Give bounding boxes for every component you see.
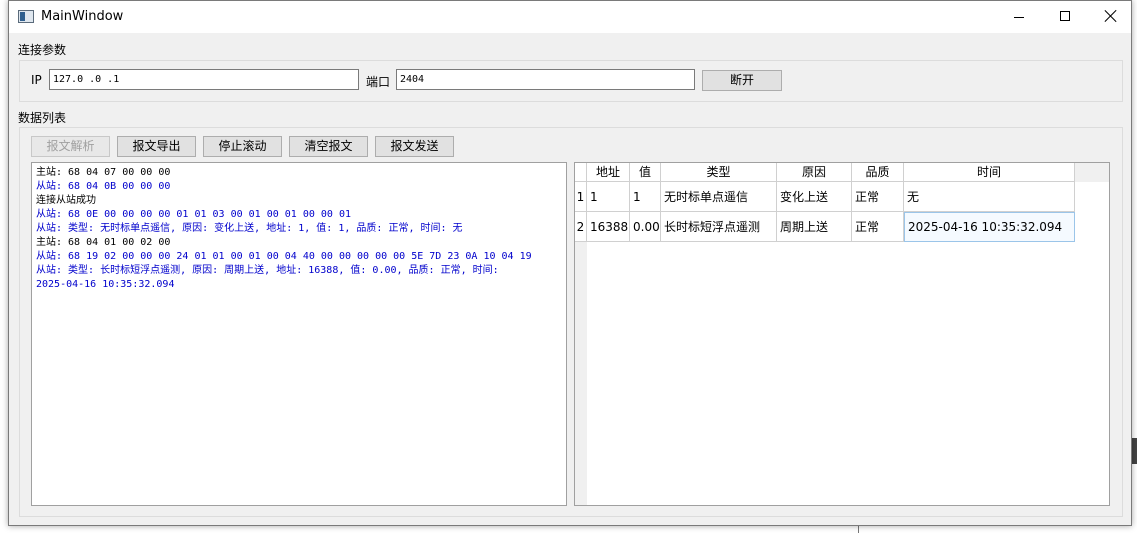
log-line: 从站: 68 19 02 00 00 00 24 01 01 00 01 00 … xyxy=(36,251,532,262)
stop-scroll-button[interactable]: 停止滚动 xyxy=(203,136,282,157)
table-cell[interactable]: 无时标单点遥信 xyxy=(661,182,777,212)
port-input[interactable]: 2404 xyxy=(396,69,695,90)
table-corner xyxy=(575,163,587,182)
desktop-fragment xyxy=(1132,438,1137,464)
main-window: MainWindow 连接参数 IP 127.0 .0 .1 端口 2404 断… xyxy=(8,0,1132,526)
log-line: 主站: 68 04 01 00 02 00 xyxy=(36,237,171,248)
table-cell[interactable]: 16388 xyxy=(587,212,630,242)
minimize-icon xyxy=(1014,17,1024,18)
log-line: 从站: 类型: 长时标短浮点遥测, 原因: 周期上送, 地址: 16388, 值… xyxy=(36,265,499,276)
title-bar: MainWindow xyxy=(9,1,1131,33)
column-header-address[interactable]: 地址 xyxy=(587,163,630,182)
minimize-button[interactable] xyxy=(996,1,1042,33)
send-message-button[interactable]: 报文发送 xyxy=(375,136,454,157)
column-header-quality[interactable]: 品质 xyxy=(852,163,904,182)
table-cell[interactable]: 无 xyxy=(904,182,1075,212)
row-header[interactable]: 2 xyxy=(575,212,587,242)
connection-group-label: 连接参数 xyxy=(18,43,67,57)
port-label: 端口 xyxy=(366,75,391,89)
ip-input[interactable]: 127.0 .0 .1 xyxy=(49,69,359,90)
log-line: 主站: 68 04 07 00 00 00 xyxy=(36,167,171,178)
log-line: 从站: 68 0E 00 00 00 00 01 01 03 00 01 00 … xyxy=(36,209,352,220)
maximize-button[interactable] xyxy=(1042,1,1088,33)
disconnect-button[interactable]: 断开 xyxy=(702,70,782,91)
log-line: 连接从站成功 xyxy=(36,195,96,206)
ip-label: IP xyxy=(31,73,42,87)
maximize-icon xyxy=(1060,11,1070,21)
data-list-group-label: 数据列表 xyxy=(18,111,67,125)
log-line: 2025-04-16 10:35:32.094 xyxy=(36,279,175,290)
table-cell[interactable]: 长时标短浮点遥测 xyxy=(661,212,777,242)
window-title: MainWindow xyxy=(41,9,124,24)
log-line: 从站: 68 04 0B 00 00 00 xyxy=(36,181,171,192)
column-header-time[interactable]: 时间 xyxy=(904,163,1075,182)
table-cell[interactable]: 变化上送 xyxy=(777,182,852,212)
desktop-fragment xyxy=(858,526,859,533)
app-icon xyxy=(18,10,34,23)
parse-message-button[interactable]: 报文解析 xyxy=(31,136,110,157)
table-cell-selected[interactable]: 2025-04-16 10:35:32.094 xyxy=(904,212,1075,242)
row-header[interactable]: 1 xyxy=(575,182,587,212)
table-cell[interactable]: 正常 xyxy=(852,212,904,242)
column-header-reason[interactable]: 原因 xyxy=(777,163,852,182)
table-cell[interactable]: 正常 xyxy=(852,182,904,212)
close-button[interactable] xyxy=(1088,1,1134,33)
clear-message-button[interactable]: 清空报文 xyxy=(289,136,368,157)
message-log[interactable]: 主站: 68 04 07 00 00 00 从站: 68 04 0B 00 00… xyxy=(31,162,567,506)
data-table[interactable]: 地址 值 类型 原因 品质 时间 1 1 1 无时标单点遥信 变化上送 正常 无… xyxy=(574,162,1110,506)
table-cell[interactable]: 0.00 xyxy=(630,212,661,242)
export-message-button[interactable]: 报文导出 xyxy=(117,136,196,157)
column-header-value[interactable]: 值 xyxy=(630,163,661,182)
column-header-type[interactable]: 类型 xyxy=(661,163,777,182)
table-cell[interactable]: 周期上送 xyxy=(777,212,852,242)
log-line: 从站: 类型: 无时标单点遥信, 原因: 变化上送, 地址: 1, 值: 1, … xyxy=(36,223,463,234)
table-cell[interactable]: 1 xyxy=(630,182,661,212)
close-icon xyxy=(1104,9,1118,23)
table-cell[interactable]: 1 xyxy=(587,182,630,212)
